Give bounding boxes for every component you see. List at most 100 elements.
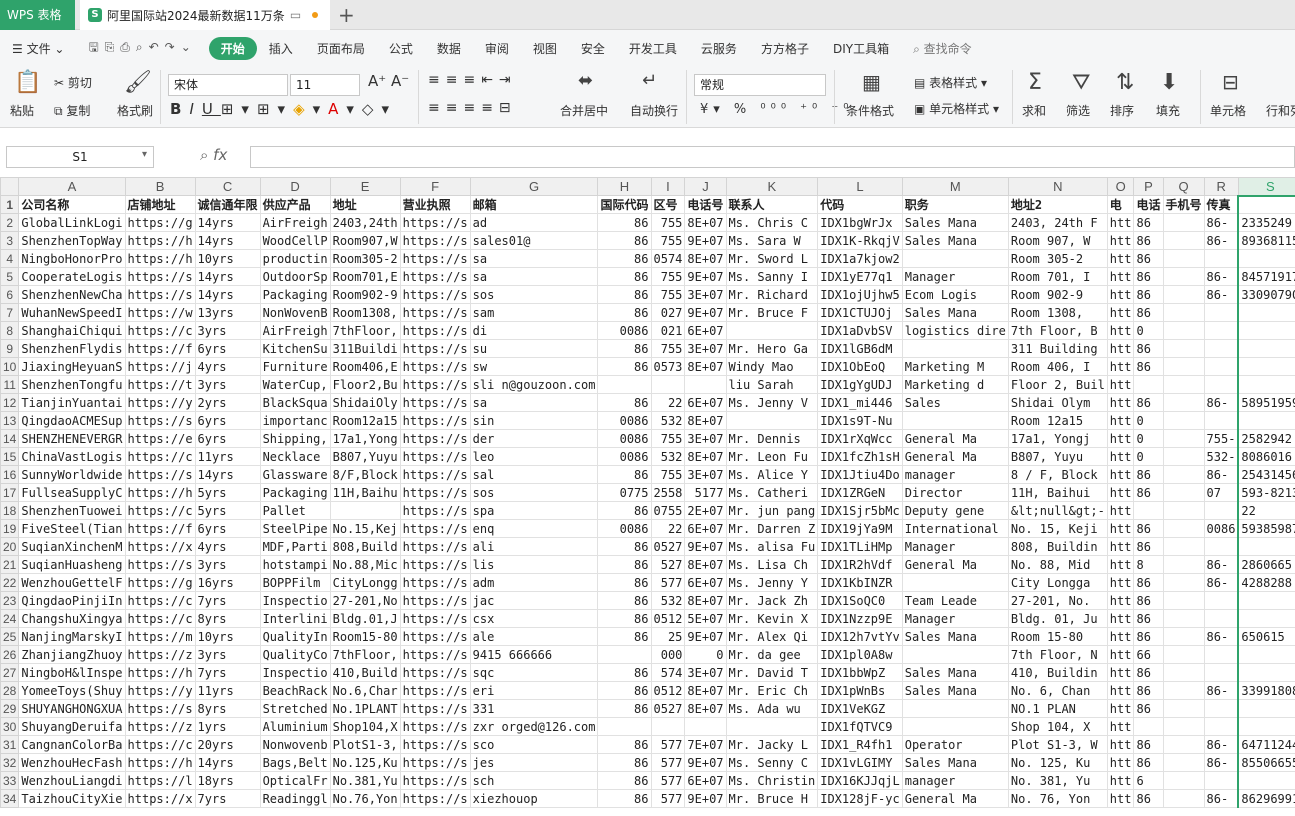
cell[interactable]: https://s <box>399 681 471 700</box>
column-header-i[interactable]: I <box>650 177 686 196</box>
cell[interactable]: https://z <box>124 645 196 664</box>
cell[interactable]: IDX1fQTVC9 <box>817 717 903 736</box>
cell[interactable]: https://e <box>124 429 196 448</box>
cell[interactable]: ShenzhenTuowei <box>18 501 126 520</box>
cell[interactable]: 4288288 <box>1237 573 1295 592</box>
cell[interactable]: ali <box>469 537 599 556</box>
cell[interactable]: Mr. Leon Fu <box>725 447 819 466</box>
cell[interactable] <box>1162 519 1205 538</box>
align-left-icons[interactable]: ≡≡≡≡⊟ <box>428 100 517 116</box>
cell[interactable] <box>597 645 652 664</box>
cell[interactable]: IDX1TLiHMp <box>817 537 903 556</box>
cell[interactable]: htt <box>1106 213 1135 232</box>
cell[interactable]: https://s <box>399 753 471 772</box>
cell[interactable]: Sales Mana <box>901 663 1009 682</box>
cell[interactable]: 0086 <box>1203 519 1239 538</box>
cell[interactable] <box>650 717 686 736</box>
row-header[interactable]: 11 <box>0 375 20 394</box>
cell[interactable]: IDX16KJJqjL <box>817 771 903 790</box>
cell[interactable] <box>684 375 727 394</box>
cell[interactable]: B807,Yuyu <box>329 447 401 466</box>
cell[interactable]: 8yrs <box>194 609 261 628</box>
cell[interactable]: No.6,Char <box>329 681 401 700</box>
cell[interactable]: lis <box>469 555 599 574</box>
column-header-g[interactable]: G <box>469 177 599 196</box>
cell[interactable]: Room 701, I <box>1007 267 1108 286</box>
cell[interactable]: 86 <box>597 303 652 322</box>
cell[interactable]: 0 <box>1133 429 1164 448</box>
cell[interactable]: 7yrs <box>194 789 261 808</box>
cell[interactable]: 3yrs <box>194 645 261 664</box>
name-box[interactable]: S1 <box>6 146 154 168</box>
cell[interactable]: 6yrs <box>194 411 261 430</box>
cell[interactable]: htt <box>1106 393 1135 412</box>
cell[interactable] <box>1162 501 1205 520</box>
cell[interactable]: 传真 <box>1203 195 1239 214</box>
cell[interactable]: 527 <box>650 555 686 574</box>
cell[interactable]: 86- <box>1203 285 1239 304</box>
cell[interactable]: 7yrs <box>194 663 261 682</box>
cell[interactable]: htt <box>1106 321 1135 340</box>
cell[interactable]: https://s <box>399 735 471 754</box>
cell[interactable] <box>1237 339 1295 358</box>
cell[interactable] <box>725 717 819 736</box>
cell[interactable]: 9E+07 <box>684 789 727 808</box>
cell[interactable]: 86 <box>1133 537 1164 556</box>
cell[interactable]: SunnyWorldwide <box>18 465 126 484</box>
cell[interactable]: 25 <box>650 627 686 646</box>
cell[interactable]: QualityCo <box>259 645 331 664</box>
cell[interactable]: 86 <box>1133 483 1164 502</box>
cell[interactable] <box>1162 393 1205 412</box>
cell[interactable]: https://s <box>399 789 471 808</box>
cell[interactable]: 国际代码 <box>597 195 652 214</box>
cell[interactable]: IDX1Sjr5bMc <box>817 501 903 520</box>
cell[interactable]: 3E+07 <box>684 465 727 484</box>
row-header[interactable]: 19 <box>0 519 20 538</box>
cell[interactable]: https://s <box>399 591 471 610</box>
column-header-j[interactable]: J <box>684 177 727 196</box>
cell[interactable]: 86 <box>1133 249 1164 268</box>
cell[interactable]: Aluminium <box>259 717 331 736</box>
cell[interactable]: https://s <box>124 699 196 718</box>
cell[interactable]: 58951959 <box>1237 393 1295 412</box>
cell[interactable] <box>901 645 1009 664</box>
cell[interactable]: IDX1pWnBs <box>817 681 903 700</box>
cell[interactable]: Floor2,Bu <box>329 375 401 394</box>
cell[interactable]: 86 <box>1133 267 1164 286</box>
cell[interactable]: 577 <box>650 573 686 592</box>
cell[interactable] <box>1237 717 1295 736</box>
cell[interactable]: 公司名称 <box>18 195 126 214</box>
cell[interactable]: sa <box>469 267 599 286</box>
cell[interactable]: https://h <box>124 483 196 502</box>
row-header[interactable]: 4 <box>0 249 20 268</box>
cell[interactable]: liu Sarah <box>725 375 819 394</box>
cell[interactable]: 8/F,Block <box>329 465 401 484</box>
cell[interactable]: ChinaVastLogis <box>18 447 126 466</box>
cell[interactable]: 0086 <box>597 429 652 448</box>
cell[interactable]: https://x <box>124 789 196 808</box>
cell[interactable]: 1yrs <box>194 717 261 736</box>
cell[interactable]: htt <box>1106 411 1135 430</box>
cell[interactable]: 11yrs <box>194 681 261 700</box>
cell[interactable]: https://h <box>124 663 196 682</box>
cell[interactable]: IDX1R2hVdf <box>817 555 903 574</box>
cell[interactable]: sos <box>469 483 599 502</box>
cell[interactable]: General Ma <box>901 789 1009 808</box>
cell[interactable]: City Longga <box>1007 573 1108 592</box>
cell[interactable]: https://s <box>399 429 471 448</box>
wrap-button[interactable]: 自动换行 <box>630 102 678 119</box>
cell[interactable]: 86 <box>1133 519 1164 538</box>
cell[interactable]: 650615 <box>1237 627 1295 646</box>
cell[interactable]: 86- <box>1203 753 1239 772</box>
cell[interactable]: 86 <box>1133 663 1164 682</box>
cell[interactable]: ShenzhenTongfu <box>18 375 126 394</box>
cell[interactable]: 86- <box>1203 555 1239 574</box>
cell[interactable]: sch <box>469 771 599 790</box>
cell[interactable] <box>1162 339 1205 358</box>
cell[interactable]: sw <box>469 357 599 376</box>
cell[interactable]: ad <box>469 213 599 232</box>
cell[interactable]: IDX1bgWrJx <box>817 213 903 232</box>
cell[interactable]: https://c <box>124 735 196 754</box>
cell[interactable]: 0 <box>1133 411 1164 430</box>
cell[interactable]: htt <box>1106 645 1135 664</box>
